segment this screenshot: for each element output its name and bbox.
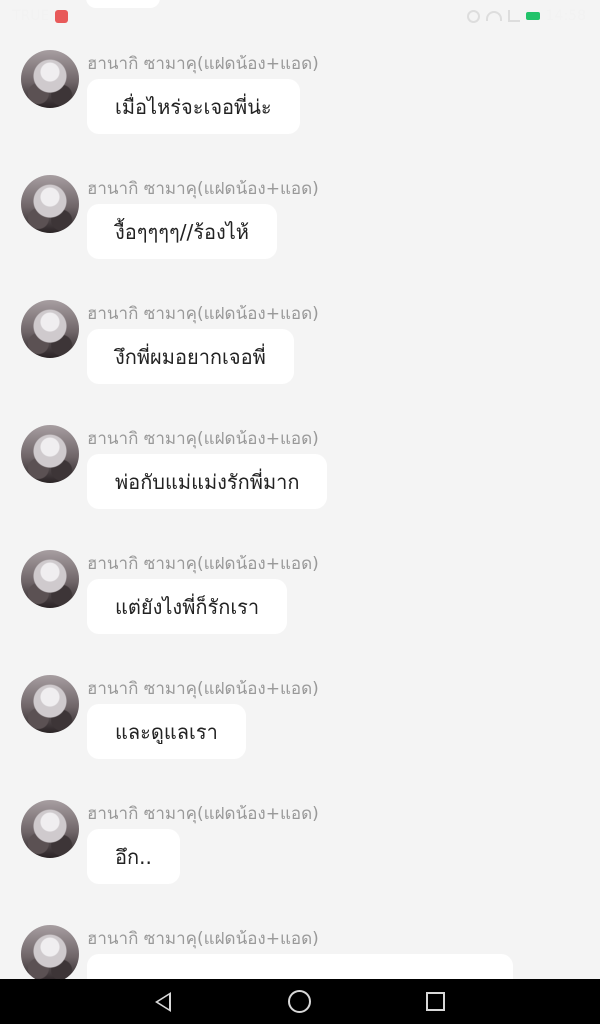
message-row: ฮานากิ ซามาคุ(แฝดน้อง+แอด) และดูแลเรา bbox=[0, 675, 600, 795]
chat-list[interactable]: ฮานากิ ซามาคุ(แฝดน้อง+แอด) เมื่อไหร่จะเจ… bbox=[0, 0, 600, 979]
avatar[interactable] bbox=[21, 550, 79, 608]
sender-name: ฮานากิ ซามาคุ(แฝดน้อง+แอด) bbox=[87, 929, 319, 949]
back-icon[interactable] bbox=[155, 992, 171, 1012]
message-row: ฮานากิ ซามาคุ(แฝดน้อง+แอด) งื้อๆๆๆๆ//ร้อ… bbox=[0, 175, 600, 295]
message-row: ฮานากิ ซามาคุ(แฝดน้อง+แอด) งึกพี่ผมอยากเ… bbox=[0, 300, 600, 420]
avatar[interactable] bbox=[21, 425, 79, 483]
signal-icon bbox=[507, 10, 520, 22]
clock: 14:58 bbox=[545, 8, 586, 24]
sender-name: ฮานากิ ซามาคุ(แฝดน้อง+แอด) bbox=[87, 179, 319, 199]
message-bubble[interactable]: และดูแลเรา bbox=[87, 704, 246, 759]
message-row: ฮานากิ ซามาคุ(แฝดน้อง+แอด) พ่อกับแม่แม่ง… bbox=[0, 425, 600, 545]
message-bubble[interactable]: แต่ยังไงพี่ก็รักเรา bbox=[87, 579, 288, 634]
message-row: ฮานากิ ซามาคุ(แฝดน้อง+แอด) อึก.. bbox=[0, 800, 600, 920]
message-bubble[interactable]: งึกพี่ผมอยากเจอพี่ bbox=[87, 329, 294, 384]
avatar[interactable] bbox=[21, 800, 79, 858]
avatar[interactable] bbox=[21, 675, 79, 733]
message-bubble[interactable]: พ่อกับแม่แม่งรักพี่มาก bbox=[87, 454, 328, 509]
sender-name: ฮานากิ ซามาคุ(แฝดน้อง+แอด) bbox=[87, 304, 319, 324]
sender-name: ฮานากิ ซามาคุ(แฝดน้อง+แอด) bbox=[87, 554, 319, 574]
avatar[interactable] bbox=[21, 50, 79, 108]
sender-name: ฮานากิ ซามาคุ(แฝดน้อง+แอด) bbox=[87, 429, 319, 449]
sender-name: ฮานากิ ซามาคุ(แฝดน้อง+แอด) bbox=[87, 679, 319, 699]
notification-icon bbox=[55, 9, 69, 23]
status-left: TRUE bbox=[12, 8, 69, 24]
message-bubble[interactable] bbox=[87, 954, 513, 979]
message-row: ฮานากิ ซามาคุ(แฝดน้อง+แอด) แต่ยังไงพี่ก็… bbox=[0, 550, 600, 670]
message-row: ฮานากิ ซามาคุ(แฝดน้อง+แอด) เมื่อไหร่จะเจ… bbox=[0, 50, 600, 170]
message-bubble[interactable]: เมื่อไหร่จะเจอพี่น่ะ bbox=[87, 79, 300, 134]
carrier-label: TRUE bbox=[12, 8, 50, 24]
battery-icon bbox=[525, 12, 540, 20]
status-right: 14:58 bbox=[466, 8, 586, 24]
wifi-icon bbox=[485, 11, 502, 21]
avatar[interactable] bbox=[21, 300, 79, 358]
message-bubble[interactable]: อึก.. bbox=[87, 829, 180, 884]
home-icon[interactable] bbox=[288, 990, 311, 1013]
sender-name: ฮานากิ ซามาคุ(แฝดน้อง+แอด) bbox=[87, 54, 319, 74]
navigation-bar bbox=[0, 979, 600, 1024]
sender-name: ฮานากิ ซามาคุ(แฝดน้อง+แอด) bbox=[87, 804, 319, 824]
avatar[interactable] bbox=[21, 925, 79, 979]
status-bar: TRUE 14:58 bbox=[0, 0, 600, 34]
message-bubble[interactable]: งื้อๆๆๆๆ//ร้องไห้ bbox=[87, 204, 277, 259]
recents-icon[interactable] bbox=[426, 992, 445, 1011]
message-row: ฮานากิ ซามาคุ(แฝดน้อง+แอด) bbox=[0, 925, 600, 979]
avatar[interactable] bbox=[21, 175, 79, 233]
alarm-icon bbox=[466, 9, 480, 23]
